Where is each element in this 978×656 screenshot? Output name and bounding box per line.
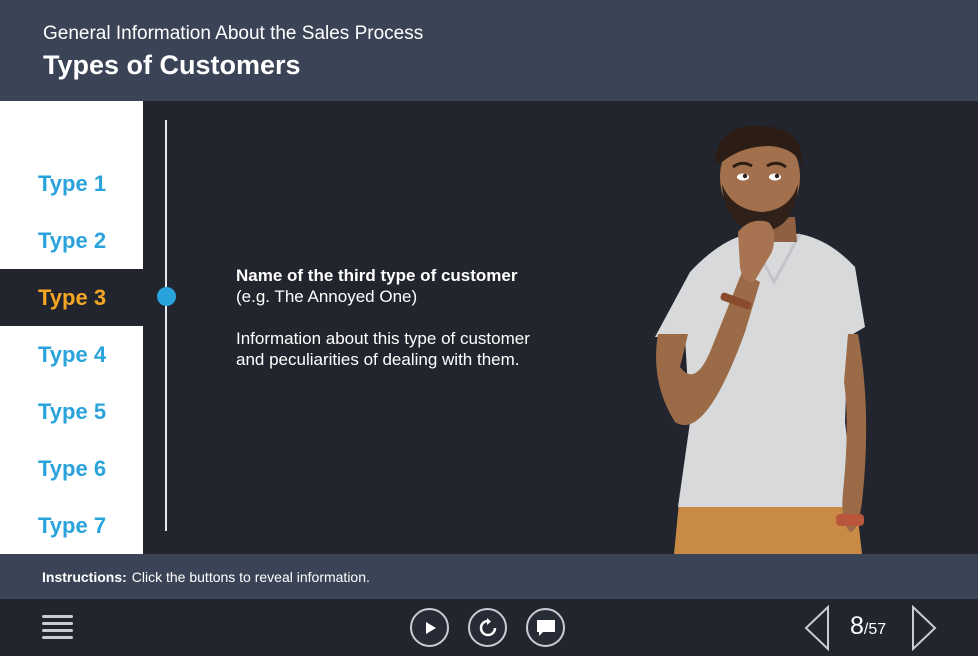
- customer-type-tabs: Type 1 Type 2 Type 3 Type 4 Type 5 Type …: [0, 101, 143, 554]
- tab-type-1[interactable]: Type 1: [0, 155, 143, 212]
- customer-type-example: (e.g. The Annoyed One): [236, 287, 418, 306]
- slide-title: Types of Customers: [43, 50, 301, 80]
- customer-type-details: Name of the third type of customer (e.g.…: [236, 265, 616, 370]
- tab-type-3[interactable]: Type 3: [0, 269, 143, 326]
- tab-type-5[interactable]: Type 5: [0, 383, 143, 440]
- customer-type-name: Name of the third type of customer: [236, 266, 518, 285]
- current-page: 8: [850, 612, 864, 640]
- customer-type-info-line-1: Information about this type of customer: [236, 329, 530, 348]
- page-counter: 8/57: [850, 612, 886, 641]
- replay-button[interactable]: [468, 608, 507, 647]
- total-pages: /57: [863, 621, 887, 638]
- menu-icon[interactable]: [41, 613, 74, 643]
- replay-icon: [479, 617, 496, 636]
- instructions-text: Click the buttons to reveal information.: [131, 568, 370, 585]
- thinking-man-image: [655, 125, 867, 554]
- tab-type-6[interactable]: Type 6: [0, 440, 143, 497]
- tab-type-2[interactable]: Type 2: [0, 212, 143, 269]
- tab-type-4[interactable]: Type 4: [0, 326, 143, 383]
- prev-arrow-icon[interactable]: [803, 605, 831, 651]
- comment-button[interactable]: [526, 608, 565, 647]
- play-button[interactable]: [410, 608, 449, 647]
- customer-type-info-line-2: and peculiarities of dealing with them.: [236, 350, 520, 369]
- slide-header: General Information About the Sales Proc…: [0, 0, 978, 101]
- tab-type-7[interactable]: Type 7: [0, 497, 143, 554]
- slide-subtitle: General Information About the Sales Proc…: [43, 23, 424, 44]
- comment-icon: [536, 619, 555, 636]
- instructions-label: Instructions:: [42, 568, 127, 585]
- next-arrow-icon[interactable]: [910, 605, 938, 651]
- instructions-bar: Instructions: Click the buttons to revea…: [0, 554, 978, 599]
- timeline-marker: [157, 287, 176, 306]
- timeline-line: [165, 120, 167, 531]
- play-icon: [425, 621, 436, 634]
